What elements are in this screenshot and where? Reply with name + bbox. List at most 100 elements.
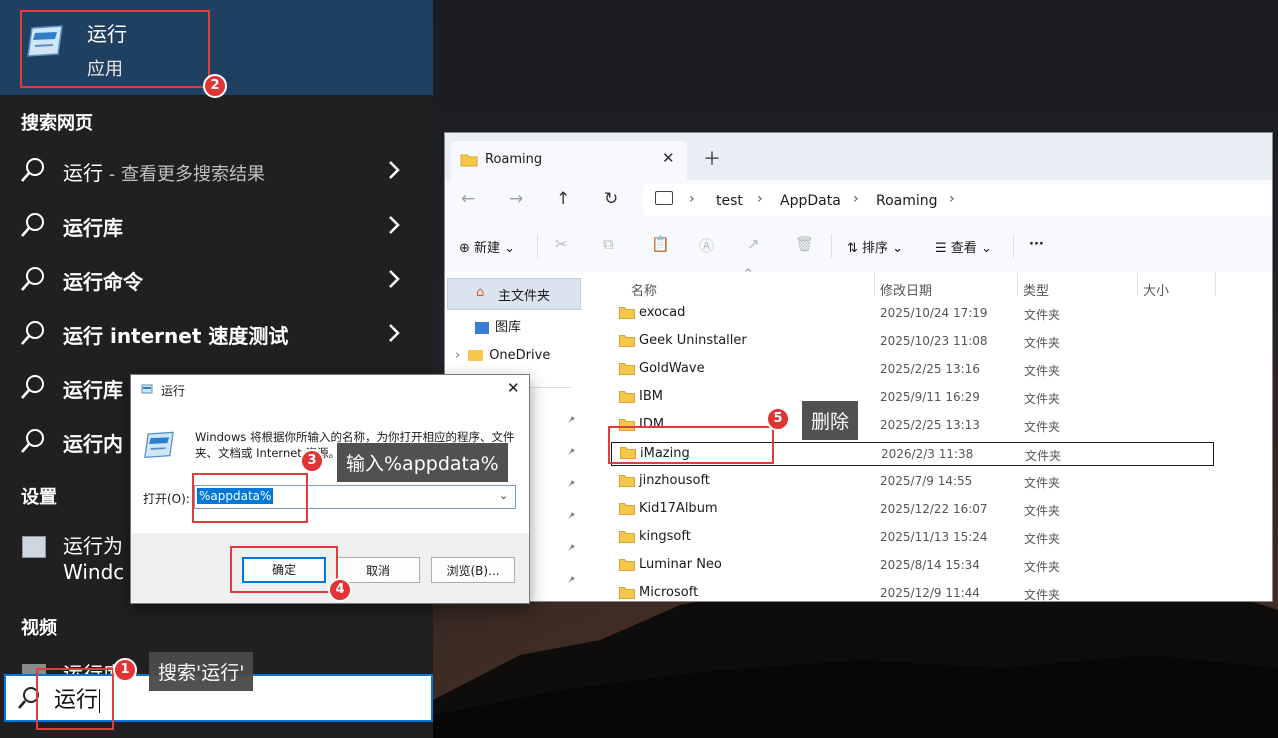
sidebar-item-onedrive[interactable]: › OneDrive (455, 348, 550, 363)
web-result-1[interactable]: 运行 - 查看更多搜索结果 (0, 145, 433, 195)
up-button[interactable]: ↑ (556, 189, 570, 209)
web-result-3-label: 运行命令 (63, 270, 143, 294)
file-row[interactable]: Luminar Neo 2025/8/14 15:34 文件夹 (619, 552, 1214, 580)
web-result-4-label: 运行 internet 速度测试 (63, 324, 289, 348)
settings-app-icon (22, 536, 46, 558)
web-result-5-label: 运行库 (63, 378, 123, 402)
section-web-search: 搜索网页 (21, 113, 93, 134)
search-icon (21, 321, 44, 345)
chevron-right-icon (389, 270, 400, 288)
search-icon (21, 158, 44, 182)
toolbar-divider (537, 234, 538, 258)
file-row[interactable]: GoldWave 2025/2/25 13:16 文件夹 (619, 356, 1214, 384)
close-icon[interactable]: ✕ (507, 379, 520, 397)
file-row[interactable]: Geek Uninstaller 2025/10/23 11:08 文件夹 (619, 328, 1214, 356)
gallery-icon (475, 321, 489, 334)
sort-button[interactable]: ⇅ 排序 ⌄ (847, 237, 903, 256)
breadcrumb-appdata[interactable]: AppData (780, 193, 841, 209)
folder-icon (619, 335, 635, 347)
sort-ascending-icon: ^ (744, 268, 753, 279)
run-app-icon (141, 384, 153, 394)
search-icon (21, 375, 44, 399)
toolbar-divider (1013, 234, 1014, 258)
file-row[interactable]: jinzhousoft 2025/7/9 14:55 文件夹 (619, 468, 1214, 496)
column-header-size[interactable]: 大小 (1143, 280, 1169, 299)
browse-button[interactable]: 浏览(B)... (431, 557, 515, 583)
step-badge-5: 5 (766, 407, 790, 431)
tab-roaming[interactable]: Roaming ✕ (451, 141, 687, 180)
file-explorer-window: Roaming ✕ ＋ ← → ↑ ↻ › test › AppData › R… (445, 133, 1272, 601)
sidebar-item-home[interactable]: ⌂ 主文件夹 (447, 278, 581, 310)
sidebar-item-gallery[interactable]: 图库 (475, 316, 521, 335)
step-badge-4: 4 (328, 578, 352, 602)
web-result-3[interactable]: 运行命令 (0, 254, 433, 304)
new-tab-button[interactable]: ＋ (703, 145, 721, 171)
folder-icon (619, 503, 635, 515)
column-header-type[interactable]: 类型 (1023, 280, 1049, 299)
folder-icon (460, 154, 478, 167)
web-result-4[interactable]: 运行 internet 速度测试 (0, 308, 433, 358)
this-pc-icon (655, 191, 673, 205)
more-options-button[interactable]: ··· (1029, 237, 1044, 252)
column-header-modified[interactable]: 修改日期 (880, 280, 932, 299)
share-icon[interactable]: ↗ (747, 235, 760, 253)
file-row[interactable]: kingsoft 2025/11/13 15:24 文件夹 (619, 524, 1214, 552)
breadcrumb-separator: › (853, 191, 859, 207)
column-divider[interactable] (1017, 272, 1018, 296)
explorer-tab-bar: Roaming ✕ ＋ (445, 133, 1272, 180)
toolbar-divider (831, 234, 832, 258)
breadcrumb-test[interactable]: test (716, 193, 743, 209)
explorer-toolbar: ⊕ 新建 ⌄ ✂ ⧉ 📋 Ⓐ ↗ 🗑 ⇅ 排序 ⌄ ☰ 查看 ⌄ ··· (445, 220, 1272, 273)
back-button[interactable]: ← (461, 189, 475, 209)
new-button[interactable]: ⊕ 新建 ⌄ (459, 237, 515, 256)
folder-icon (619, 307, 635, 319)
web-result-1-label: 运行 - 查看更多搜索结果 (63, 161, 265, 185)
close-tab-icon[interactable]: ✕ (662, 149, 675, 167)
refresh-button[interactable]: ↻ (604, 189, 618, 209)
file-row[interactable]: exocad 2025/10/24 17:19 文件夹 (619, 300, 1214, 328)
expand-chevron-icon: › (455, 348, 461, 363)
folder-icon (619, 531, 635, 543)
web-result-2-label: 运行库 (63, 216, 123, 240)
folder-icon (619, 587, 635, 599)
run-dialog-title: 运行 (161, 384, 186, 398)
web-result-2[interactable]: 运行库 (0, 200, 433, 250)
delete-icon[interactable]: 🗑 (795, 235, 814, 253)
section-settings: 设置 (21, 487, 57, 508)
copy-icon[interactable]: ⧉ (603, 235, 614, 253)
step-1-label: 搜索'运行' (149, 652, 254, 691)
rename-icon[interactable]: Ⓐ (699, 235, 714, 256)
run-dialog-titlebar[interactable]: 运行 ✕ (131, 375, 529, 405)
cancel-button[interactable]: 取消 (336, 557, 420, 583)
settings-result-line2: Windc (63, 560, 125, 584)
cut-icon[interactable]: ✂ (555, 235, 568, 253)
highlight-open-input (192, 473, 308, 523)
run-app-icon (144, 431, 174, 459)
column-header-name[interactable]: 名称 (631, 280, 657, 299)
file-row[interactable]: Microsoft 2025/12/9 11:44 文件夹 (619, 580, 1214, 601)
highlight-best-match (20, 10, 210, 88)
pin-icon (568, 480, 575, 487)
open-field-label: 打开(O): (143, 492, 190, 506)
column-divider[interactable] (1215, 272, 1216, 296)
column-divider[interactable] (1137, 272, 1138, 296)
address-bar[interactable]: › test › AppData › Roaming › (643, 184, 1272, 216)
chevron-right-icon (389, 161, 400, 179)
chevron-down-icon[interactable]: ⌄ (499, 489, 508, 502)
file-row[interactable]: IBM 2025/9/11 16:29 文件夹 (619, 384, 1214, 412)
pin-icon (568, 448, 575, 455)
folder-icon (468, 350, 484, 361)
pin-icon (568, 512, 575, 519)
breadcrumb-roaming[interactable]: Roaming (876, 193, 938, 209)
highlight-search-box (36, 668, 114, 730)
highlight-ok-button (230, 546, 338, 593)
search-icon (21, 429, 44, 453)
view-button[interactable]: ☰ 查看 ⌄ (935, 237, 992, 256)
folder-icon (619, 475, 635, 487)
paste-icon[interactable]: 📋 (651, 235, 670, 253)
column-divider[interactable] (874, 272, 875, 296)
file-row[interactable]: Kid17Album 2025/12/22 16:07 文件夹 (619, 496, 1214, 524)
pin-icon (568, 544, 575, 551)
forward-button[interactable]: → (509, 189, 523, 209)
highlight-imazing-folder (608, 426, 774, 464)
